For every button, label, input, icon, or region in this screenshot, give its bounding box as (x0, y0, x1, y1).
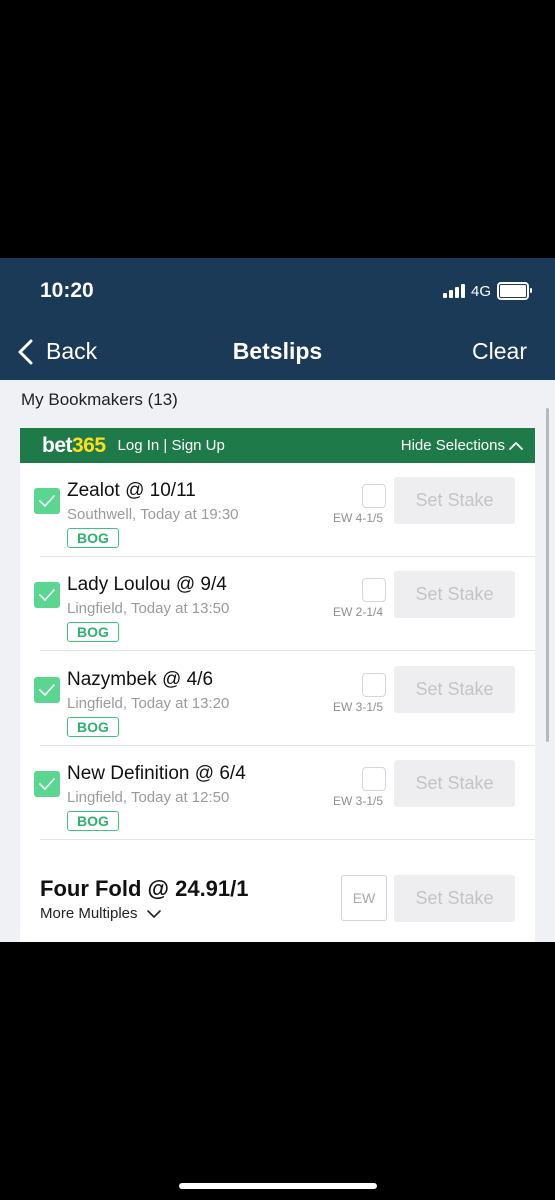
chevron-up-icon (509, 441, 523, 450)
bookmaker-card: bet365 Log In | Sign Up Hide Selections … (20, 428, 535, 942)
status-icons: 4G (442, 282, 532, 300)
bog-badge: BOG (67, 622, 119, 642)
selection-name: Nazymbek @ 4/6 (67, 669, 214, 690)
each-way-checkbox[interactable] (362, 484, 386, 508)
selection-name: Lady Loulou @ 9/4 (67, 574, 227, 595)
selection-row: New Definition @ 6/4 Lingfield, Today at… (20, 746, 535, 840)
checkmark-icon (39, 495, 55, 507)
selection-venue: Lingfield, Today at 13:50 (67, 600, 230, 617)
multiple-bet-row: Four Fold @ 24.91/1 More Multiples EW Se… (20, 840, 535, 942)
row-divider (40, 650, 535, 651)
selection-name: New Definition @ 6/4 (67, 763, 246, 784)
back-label: Back (46, 338, 98, 364)
section-heading: My Bookmakers (13) (21, 390, 178, 409)
selection-checkbox[interactable] (34, 582, 60, 608)
each-way-terms: EW 3-1/5 (333, 700, 384, 714)
set-stake-button[interactable]: Set Stake (394, 760, 515, 807)
checkmark-icon (39, 778, 55, 790)
login-signup-link[interactable]: Log In | Sign Up (118, 437, 225, 454)
each-way-terms: EW 2-1/4 (333, 605, 384, 619)
bog-badge: BOG (67, 528, 119, 548)
home-indicator (179, 1183, 377, 1189)
back-button[interactable]: Back (16, 338, 97, 365)
bog-badge: BOG (67, 717, 119, 737)
selection-venue: Southwell, Today at 19:30 (67, 506, 239, 523)
hide-selections-label: Hide Selections (400, 437, 505, 454)
status-time: 10:20 (40, 279, 94, 302)
selection-checkbox[interactable] (34, 488, 60, 514)
multiple-title: Four Fold @ 24.91/1 (40, 876, 249, 901)
bookmaker-header: bet365 Log In | Sign Up Hide Selections (20, 428, 535, 463)
more-multiples-label: More Multiples (40, 905, 138, 922)
selection-row: Nazymbek @ 4/6 Lingfield, Today at 13:20… (20, 652, 535, 746)
each-way-button[interactable]: EW (341, 875, 387, 921)
each-way-checkbox[interactable] (362, 767, 386, 791)
network-type: 4G (470, 282, 491, 300)
set-stake-button[interactable]: Set Stake (394, 571, 515, 618)
selection-venue: Lingfield, Today at 13:20 (67, 695, 230, 712)
signal-icon (442, 284, 465, 298)
each-way-terms: EW 3-1/5 (333, 794, 384, 808)
set-stake-button[interactable]: Set Stake (394, 477, 515, 524)
selection-checkbox[interactable] (34, 677, 60, 703)
set-stake-button[interactable]: Set Stake (394, 875, 515, 922)
set-stake-button[interactable]: Set Stake (394, 666, 515, 713)
bog-badge: BOG (67, 811, 119, 831)
selection-name: Zealot @ 10/11 (67, 480, 196, 501)
navigation-header: 10:20 4G Back Betslips Clear (0, 258, 555, 380)
selection-row: Zealot @ 10/11 Southwell, Today at 19:30… (20, 463, 535, 557)
selection-venue: Lingfield, Today at 12:50 (67, 789, 230, 806)
chevron-left-icon (18, 339, 33, 364)
checkmark-icon (39, 684, 55, 696)
battery-icon (497, 282, 532, 300)
selection-checkbox[interactable] (34, 771, 60, 797)
more-multiples-button[interactable]: More Multiples (40, 905, 162, 922)
scrollbar[interactable] (546, 408, 549, 742)
each-way-checkbox[interactable] (362, 673, 386, 697)
selection-row: Lady Loulou @ 9/4 Lingfield, Today at 13… (20, 557, 535, 651)
clear-button[interactable]: Clear (472, 338, 527, 365)
each-way-checkbox[interactable] (362, 578, 386, 602)
app-screen: 10:20 4G Back Betslips Clear My Bookmake… (0, 258, 555, 942)
bookmaker-logo: bet365 (42, 433, 106, 457)
checkmark-icon (39, 589, 55, 601)
chevron-down-icon (146, 909, 161, 918)
each-way-terms: EW 4-1/5 (333, 511, 384, 525)
hide-selections-button[interactable]: Hide Selections (401, 437, 523, 454)
